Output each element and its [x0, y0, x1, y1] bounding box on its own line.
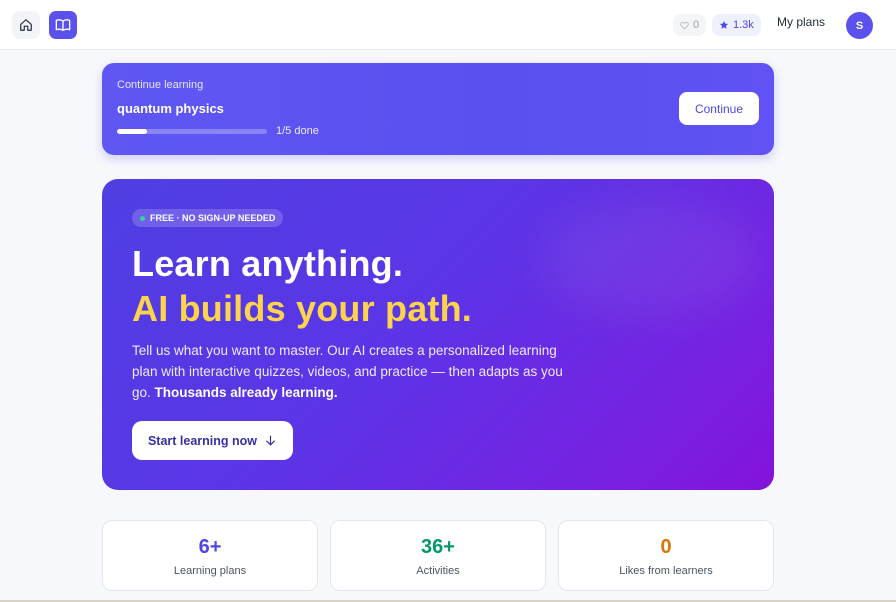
hero-headline: Learn anything. [132, 243, 404, 284]
progress-track [117, 129, 267, 134]
stat-label: Learning plans [173, 565, 247, 577]
continue-kicker: Continue learning [117, 79, 204, 91]
stat-value: 0 [660, 536, 672, 558]
avatar[interactable]: S [846, 12, 873, 39]
stars-pill[interactable]: 1.3k [712, 14, 761, 36]
star-icon [719, 20, 729, 29]
continue-button[interactable]: Continue [679, 92, 759, 125]
likes-count: 0 [693, 19, 700, 31]
cta-label: Start learning now [147, 433, 258, 448]
heart-icon [680, 21, 689, 29]
hero-banner: FREE · NO SIGN-UP NEEDED Learn anything.… [102, 179, 774, 490]
stat-card-likes: 0 Likes from learners [558, 520, 774, 591]
course-title: quantum physics [117, 101, 224, 116]
progress-fill [117, 129, 147, 134]
hero-glow-decoration [542, 199, 762, 319]
stat-label: Likes from learners [619, 565, 713, 577]
hero-body-emphasis: Thousands already learning. [154, 385, 338, 400]
hero-description: Tell us what you want to master. Our AI … [132, 340, 572, 403]
likes-pill[interactable]: 0 [673, 14, 707, 36]
stat-label: Activities [416, 565, 460, 577]
start-learning-button[interactable]: Start learning now [132, 421, 293, 460]
book-open-icon [55, 19, 71, 31]
arrow-down-icon [266, 435, 275, 446]
stat-value: 6+ [198, 536, 222, 558]
progress-text: 1/5 done [276, 125, 319, 137]
hero-headline-highlight: AI builds your path. [132, 288, 473, 329]
stat-card-activities: 36+ Activities [330, 520, 546, 591]
stars-count: 1.3k [733, 19, 754, 31]
free-badge: FREE · NO SIGN-UP NEEDED [132, 209, 284, 227]
my-plans-link[interactable]: My plans [777, 15, 825, 29]
badge-text: FREE · NO SIGN-UP NEEDED [150, 213, 276, 223]
top-navigation-bar: 0 1.3k My plans S [0, 0, 896, 50]
learn-button[interactable] [49, 11, 77, 39]
stat-value: 36+ [421, 536, 455, 558]
status-dot [140, 215, 145, 221]
continue-learning-card: Continue learning quantum physics 1/5 do… [102, 63, 774, 155]
home-icon [20, 19, 32, 31]
home-button[interactable] [12, 11, 40, 39]
stat-card-learning-plans: 6+ Learning plans [102, 520, 318, 591]
